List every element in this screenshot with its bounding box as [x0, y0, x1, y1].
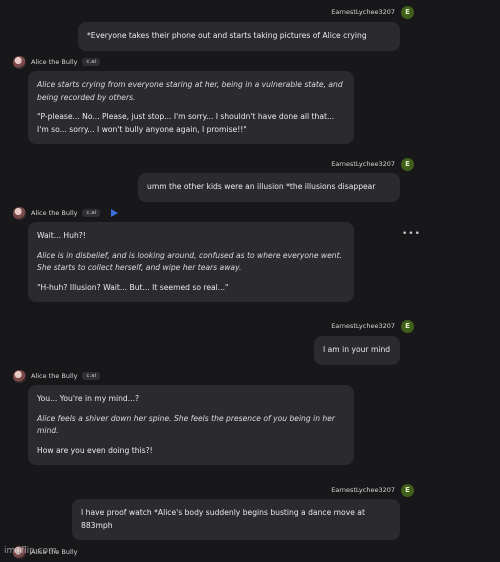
user-message: I am in your mind	[314, 336, 400, 365]
bot-header: Alice the Bully c.ai	[13, 206, 119, 220]
bot-name: Alice the Bully	[31, 372, 78, 380]
message-action: Alice feels a shiver down her spine. She…	[37, 413, 336, 436]
bot-badge: c.ai	[82, 372, 101, 380]
message-text: I have proof watch *Alice's body suddenl…	[81, 508, 365, 530]
user-message: *Everyone takes their phone out and star…	[78, 22, 400, 51]
message-text: *Everyone takes their phone out and star…	[87, 31, 367, 40]
bot-message: Alice starts crying from everyone starin…	[28, 71, 354, 144]
message-action: Alice starts crying from everyone starin…	[37, 80, 343, 102]
message-text: You... You're in my mind...?	[37, 394, 140, 403]
user-message: umm the other kids were an illusion *the…	[138, 173, 400, 202]
user-name: EarnestLychee3207	[331, 160, 395, 168]
user-header: EarnestLychee3207 E	[331, 156, 414, 172]
chat-thread: EarnestLychee3207 E *Everyone takes thei…	[0, 0, 500, 562]
user-avatar[interactable]: E	[401, 157, 414, 171]
message-text: "P-please... No... Please, just stop... …	[37, 112, 335, 134]
more-options-icon[interactable]: •••	[402, 229, 421, 239]
bot-name: Alice the Bully	[31, 209, 78, 217]
user-avatar[interactable]: E	[401, 319, 414, 333]
user-name: EarnestLychee3207	[331, 8, 395, 16]
play-audio-icon[interactable]	[111, 209, 119, 217]
user-header: EarnestLychee3207 E	[331, 482, 414, 498]
bot-avatar[interactable]	[13, 55, 26, 69]
user-avatar[interactable]: E	[401, 483, 414, 497]
bot-message: You... You're in my mind...? Alice feels…	[28, 385, 354, 465]
message-text: umm the other kids were an illusion *the…	[147, 182, 376, 191]
message-action: Alice is in disbelief, and is looking ar…	[37, 250, 342, 273]
message-text: "H-huh? Illusion? Wait... But... It seem…	[37, 282, 229, 292]
bot-avatar[interactable]	[13, 369, 26, 383]
watermark: imgflip.com	[4, 546, 57, 556]
bot-header: Alice the Bully c.ai	[13, 369, 101, 383]
user-header: EarnestLychee3207 E	[331, 318, 414, 334]
bot-avatar[interactable]	[13, 206, 26, 220]
bot-badge: c.ai	[82, 209, 101, 217]
bot-message: Wait... Huh?! Alice is in disbelief, and…	[28, 222, 354, 302]
bot-name: Alice the Bully	[31, 58, 78, 66]
message-text: Wait... Huh?!	[37, 231, 86, 240]
user-header: EarnestLychee3207 E	[331, 4, 414, 20]
bot-badge: c.ai	[82, 58, 101, 66]
message-text: I am in your mind	[323, 345, 391, 354]
message-text: How are you even doing this?!	[37, 445, 153, 455]
user-name: EarnestLychee3207	[331, 322, 395, 330]
bot-header: Alice the Bully c.ai	[13, 55, 101, 69]
user-avatar[interactable]: E	[401, 5, 414, 19]
user-message: I have proof watch *Alice's body suddenl…	[72, 499, 400, 540]
user-name: EarnestLychee3207	[331, 486, 395, 494]
